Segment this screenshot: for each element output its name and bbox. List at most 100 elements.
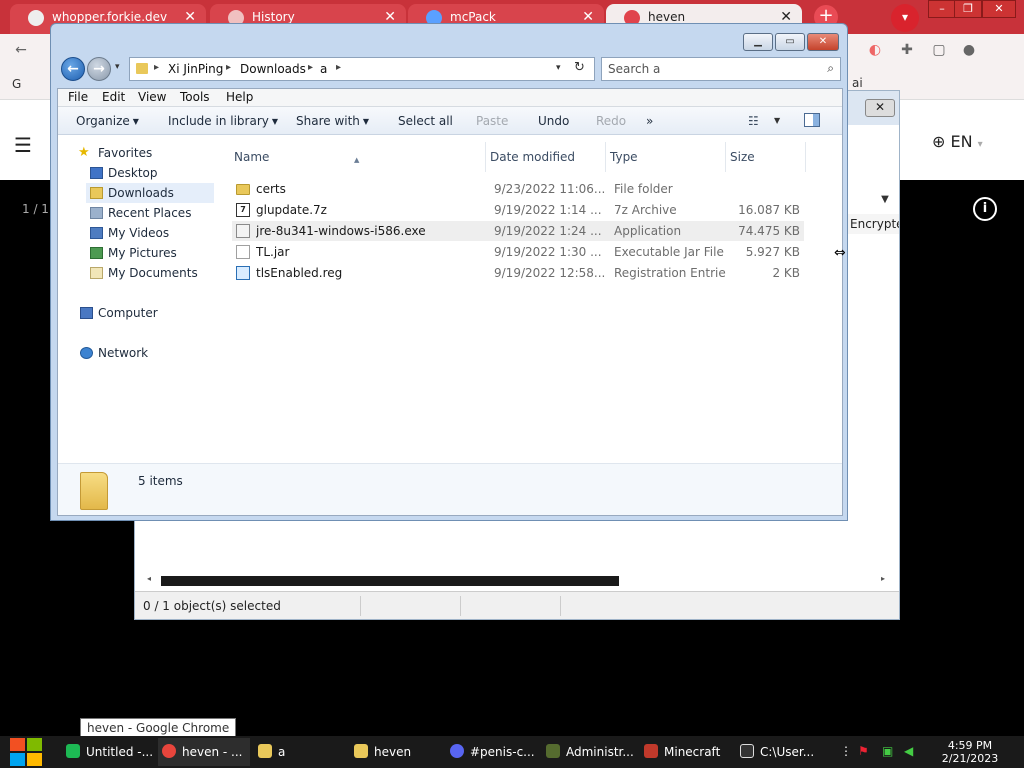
taskbar-item-administrator[interactable]: Administr... — [542, 738, 636, 766]
back-arrow-icon[interactable]: ← — [12, 42, 30, 60]
menu-tools[interactable]: Tools — [180, 90, 210, 104]
nav-downloads[interactable]: Downloads — [86, 183, 214, 203]
back-button[interactable]: ← — [61, 57, 85, 81]
start-button[interactable] — [10, 737, 44, 767]
breadcrumb-separator[interactable]: ▸ — [226, 62, 231, 73]
nav-recent-places[interactable]: Recent Places — [86, 203, 214, 223]
recent-pages-dropdown[interactable]: ▾ — [115, 62, 120, 72]
share-with-button[interactable]: Share with ▼ — [296, 114, 369, 128]
nav-network[interactable]: Network — [78, 343, 214, 363]
navigation-pane: ★ Favorites Desktop Downloads Recent Pla… — [58, 135, 218, 463]
clock-time: 4:59 PM — [947, 739, 993, 752]
volume-icon[interactable]: ◀ — [904, 744, 913, 758]
profile-icon[interactable]: ● — [960, 42, 978, 60]
scroll-right-icon[interactable]: ▸ — [881, 574, 885, 583]
menu-bar: File Edit View Tools Help — [58, 89, 842, 107]
search-box[interactable]: ⌕ — [601, 57, 841, 81]
organize-button[interactable]: Organize ▼ — [76, 114, 139, 128]
file-row-certs[interactable]: certs 9/23/2022 11:06... File folder — [232, 179, 804, 199]
preview-pane-icon[interactable] — [804, 113, 820, 127]
chevron-down-icon[interactable]: ▼ — [774, 116, 780, 125]
sidebar-icon[interactable]: ▢ — [930, 42, 948, 60]
taskbar-item-minecraft[interactable]: Minecraft — [640, 738, 734, 766]
language-selector[interactable]: ⊕ EN ▾ — [932, 132, 983, 151]
column-header-name[interactable]: ▲ Name — [230, 142, 486, 172]
include-in-library-button[interactable]: Include in library ▼ — [168, 114, 278, 128]
flag-icon[interactable]: ⚑ — [858, 744, 869, 758]
close-window-button[interactable]: ✕ — [982, 0, 1016, 18]
tab-search-button[interactable]: ▾ — [891, 4, 919, 32]
paste-button[interactable]: Paste — [476, 114, 508, 128]
nav-computer[interactable]: Computer — [78, 303, 214, 323]
column-header-date[interactable]: Date modified — [486, 142, 606, 172]
close-button[interactable]: ✕ — [865, 99, 895, 117]
more-commands-button[interactable]: » — [646, 114, 653, 128]
minimize-button[interactable]: ▁ — [743, 33, 773, 51]
scrollbar-thumb[interactable] — [161, 576, 619, 586]
breadcrumb-separator[interactable]: ▸ — [308, 62, 313, 73]
taskbar-item-discord[interactable]: #penis-c... — [446, 738, 538, 766]
taskbar-label: Minecraft — [664, 745, 721, 759]
breadcrumb-item-user[interactable]: Xi JinPing — [168, 62, 223, 76]
undo-button[interactable]: Undo — [538, 114, 569, 128]
taskbar-item-folder-a[interactable]: a — [254, 738, 348, 766]
7zip-icon — [740, 744, 754, 758]
info-icon[interactable]: i — [973, 197, 997, 221]
search-icon[interactable]: ⌕ — [827, 61, 834, 76]
maximize-button[interactable]: ▭ — [775, 33, 805, 51]
nav-desktop[interactable]: Desktop — [86, 163, 214, 183]
taskbar-item-7zip[interactable]: C:\User... — [736, 738, 830, 766]
network-icon — [80, 347, 93, 359]
star-icon: ★ — [78, 145, 90, 160]
overflow-icon[interactable]: ⋮ — [840, 744, 852, 758]
system-clock[interactable]: 4:59 PM 2/21/2023 — [930, 739, 1010, 765]
status-selection: 0 / 1 object(s) selected — [135, 596, 361, 616]
refresh-icon[interactable]: ↻ — [574, 60, 585, 75]
horizontal-scrollbar[interactable]: ◂ ▸ — [145, 574, 891, 588]
select-all-button[interactable]: Select all — [398, 114, 453, 128]
nav-favorites[interactable]: ★ Favorites — [78, 143, 218, 163]
redo-button[interactable]: Redo — [596, 114, 626, 128]
forward-button[interactable]: → — [87, 57, 111, 81]
close-button[interactable]: ✕ — [807, 33, 839, 51]
hamburger-menu-icon[interactable]: ☰ — [14, 133, 32, 157]
column-header-encrypted[interactable]: Encrypted — [847, 214, 899, 234]
extension-icon[interactable]: ◐ — [866, 42, 884, 60]
nav-my-pictures[interactable]: My Pictures — [86, 243, 214, 263]
computer-icon — [80, 307, 93, 319]
bookmark-item[interactable]: G — [12, 77, 21, 91]
address-dropdown-icon[interactable]: ▾ — [556, 63, 561, 73]
taskbar-item-notepad[interactable]: Untitled -... — [62, 738, 156, 766]
breadcrumb-separator[interactable]: ▸ — [336, 62, 341, 73]
breadcrumb-item-a[interactable]: a — [320, 62, 327, 76]
file-row-tlsenabled[interactable]: tlsEnabled.reg 9/19/2022 12:58... Regist… — [232, 263, 804, 283]
nav-my-videos[interactable]: My Videos — [86, 223, 214, 243]
column-header-type[interactable]: Type — [606, 142, 726, 172]
menu-view[interactable]: View — [138, 90, 166, 104]
taskbar-label: Untitled -... — [86, 745, 154, 759]
breadcrumb-item-downloads[interactable]: Downloads — [240, 62, 306, 76]
puzzle-icon[interactable]: ✚ — [898, 42, 916, 60]
address-bar[interactable]: ▸ Xi JinPing ▸ Downloads ▸ a ▸ ▾ ↻ — [129, 57, 595, 81]
menu-edit[interactable]: Edit — [102, 90, 125, 104]
menu-file[interactable]: File — [68, 90, 88, 104]
file-row-jre[interactable]: jre-8u341-windows-i586.exe 9/19/2022 1:2… — [232, 221, 804, 241]
bookmark-item[interactable]: ai — [852, 76, 863, 90]
menu-help[interactable]: Help — [226, 90, 253, 104]
file-size: 2 KB — [772, 266, 800, 280]
nav-my-documents[interactable]: My Documents — [86, 263, 214, 283]
change-view-icon[interactable]: ☷ — [748, 114, 759, 128]
column-header-size[interactable]: Size — [726, 142, 806, 172]
chevron-down-icon[interactable]: ▼ — [877, 191, 893, 209]
minimize-button[interactable]: – — [928, 0, 956, 18]
taskbar-item-folder-heven[interactable]: heven — [350, 738, 442, 766]
scroll-left-icon[interactable]: ◂ — [147, 574, 151, 583]
maximize-button[interactable]: ❐ — [954, 0, 982, 18]
network-icon[interactable]: ▣ — [882, 744, 893, 758]
taskbar-item-chrome[interactable]: heven - ... — [158, 738, 250, 766]
taskbar-label: heven — [374, 745, 412, 759]
breadcrumb-separator[interactable]: ▸ — [154, 62, 159, 73]
search-input[interactable] — [608, 61, 808, 77]
file-row-glupdate[interactable]: 7 glupdate.7z 9/19/2022 1:14 ... 7z Arch… — [232, 200, 804, 220]
file-row-tl-jar[interactable]: TL.jar 9/19/2022 1:30 ... Executable Jar… — [232, 242, 804, 262]
